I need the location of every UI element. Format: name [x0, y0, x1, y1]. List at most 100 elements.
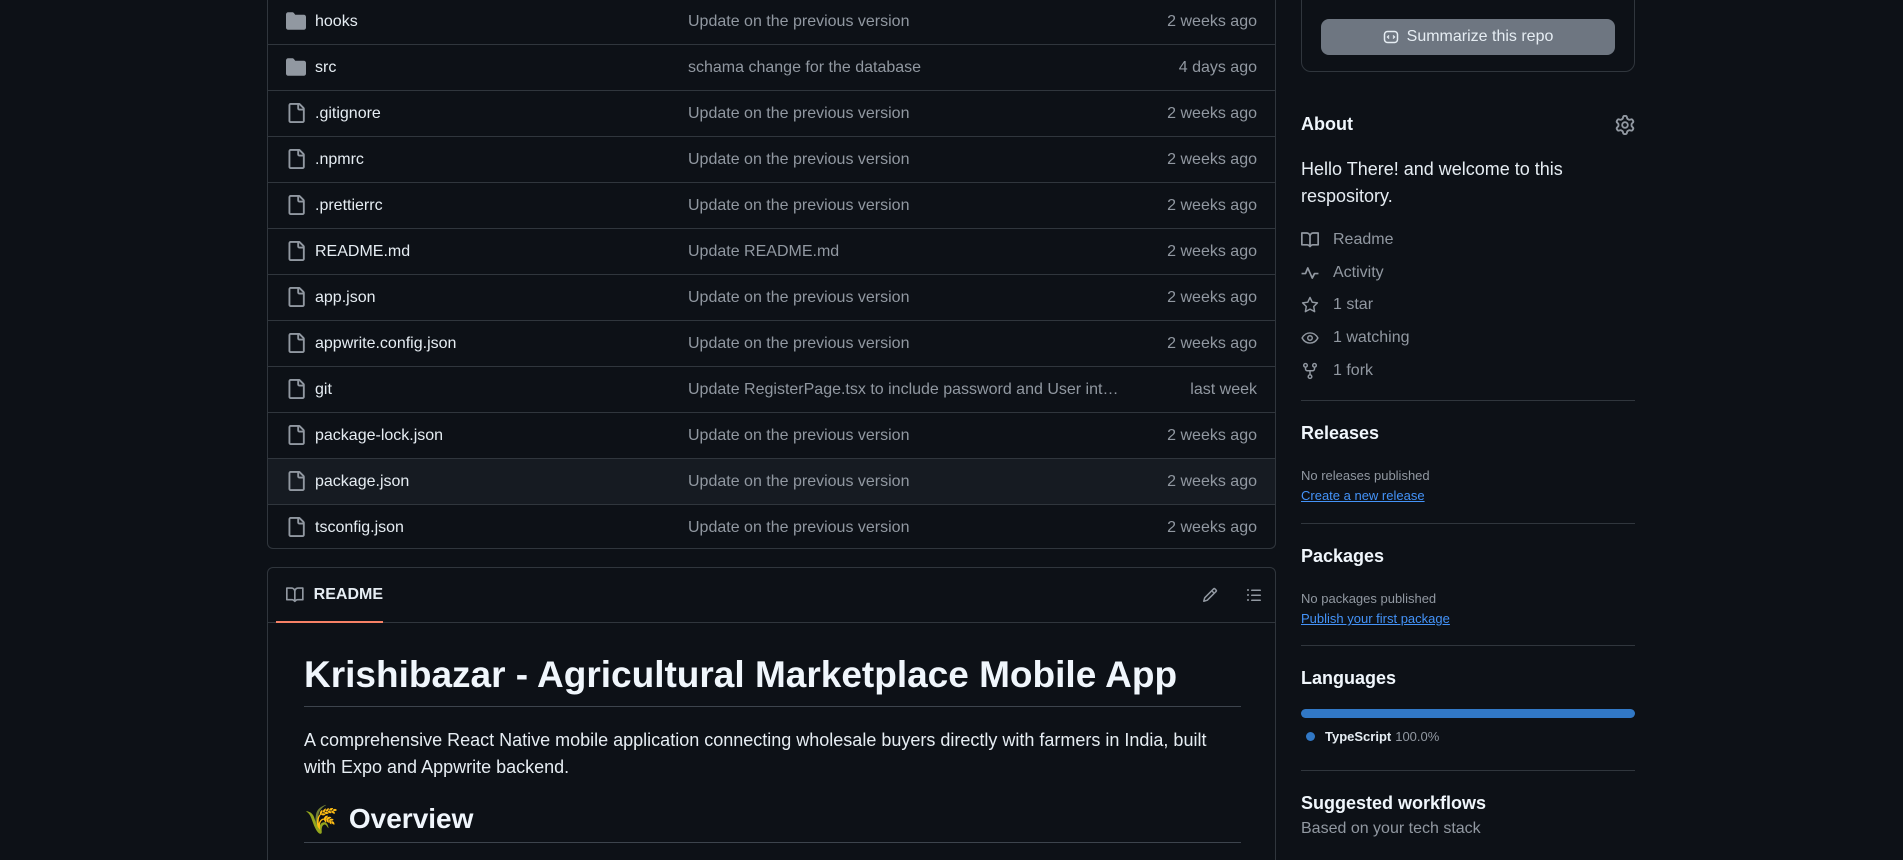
- commit-age: 2 weeks ago: [1167, 12, 1257, 30]
- forks-label: 1 fork: [1333, 362, 1374, 379]
- file-row[interactable]: README.md Update README.md 2 weeks ago: [268, 229, 1275, 275]
- folder-icon: [286, 11, 306, 31]
- activity-link[interactable]: Activity: [1301, 264, 1384, 282]
- commit-age: 2 weeks ago: [1167, 150, 1257, 168]
- readme-header: README: [268, 568, 1275, 623]
- about-title: About: [1301, 114, 1353, 134]
- language-item-typescript[interactable]: TypeScript 100.0%: [1306, 729, 1439, 744]
- stars-link[interactable]: 1 star: [1301, 296, 1373, 314]
- book-icon: [286, 586, 304, 602]
- file-row[interactable]: package-lock.json Update on the previous …: [268, 413, 1275, 459]
- list-icon: [1247, 589, 1261, 601]
- commit-message-link[interactable]: Update on the previous version: [688, 151, 909, 169]
- commit-age: 2 weeks ago: [1167, 288, 1257, 306]
- file-row[interactable]: package.json Update on the previous versi…: [268, 459, 1275, 505]
- file-name-link[interactable]: README.md: [315, 243, 410, 261]
- commit-age: 2 weeks ago: [1167, 242, 1257, 260]
- readme-link[interactable]: Readme: [1301, 231, 1393, 249]
- commit-age: 2 weeks ago: [1167, 472, 1257, 490]
- readme-link-label: Readme: [1333, 231, 1394, 248]
- publish-package-link[interactable]: Publish your first package: [1301, 611, 1450, 626]
- commit-age: 2 weeks ago: [1167, 519, 1257, 536]
- file-icon: [286, 241, 306, 261]
- file-row[interactable]: git Update RegisterPage.tsx to include pa…: [268, 367, 1275, 413]
- commit-age: 2 weeks ago: [1167, 196, 1257, 214]
- divider: [1301, 645, 1635, 646]
- create-release-link[interactable]: Create a new release: [1301, 488, 1425, 503]
- file-row[interactable]: .npmrc Update on the previous version 2 we…: [268, 137, 1275, 183]
- commit-message-link[interactable]: Update README.md: [688, 243, 839, 261]
- divider: [1301, 770, 1635, 771]
- file-icon: [286, 195, 306, 215]
- readme-content: Krishibazar - Agricultural Marketplace M…: [304, 623, 1241, 843]
- file-row[interactable]: tsconfig.json Update on the previous vers…: [268, 505, 1275, 548]
- commit-message-link[interactable]: schama change for the database: [688, 59, 921, 77]
- book-icon: [1301, 232, 1319, 248]
- file-name-link[interactable]: package-lock.json: [315, 427, 443, 445]
- file-name-link[interactable]: tsconfig.json: [315, 519, 404, 537]
- commit-message-link[interactable]: Update on the previous version: [688, 473, 909, 491]
- commit-age: 4 days ago: [1178, 58, 1257, 76]
- forks-link[interactable]: 1 fork: [1301, 362, 1373, 380]
- commit-age: last week: [1190, 380, 1257, 398]
- commit-message-link[interactable]: Update on the previous version: [688, 289, 909, 307]
- file-row[interactable]: .prettierrc Update on the previous versio…: [268, 183, 1275, 229]
- file-row[interactable]: .gitignore Update on the previous version…: [268, 91, 1275, 137]
- releases-empty-text: No releases published: [1301, 468, 1430, 483]
- commit-age: 2 weeks ago: [1167, 104, 1257, 122]
- workflows-subtitle: Based on your tech stack: [1301, 820, 1481, 837]
- commit-message-link[interactable]: Update on the previous version: [688, 427, 909, 445]
- fork-icon: [1302, 362, 1318, 380]
- outline-button[interactable]: [1243, 584, 1265, 606]
- workflows-title: Suggested workflows: [1301, 793, 1487, 813]
- file-icon: [286, 287, 306, 307]
- readme-tab[interactable]: README: [276, 568, 383, 623]
- file-name-link[interactable]: app.json: [315, 289, 376, 307]
- watchers-link[interactable]: 1 watching: [1301, 329, 1410, 347]
- file-row[interactable]: app.json Update on the previous version 2 …: [268, 275, 1275, 321]
- gear-icon[interactable]: [1615, 115, 1635, 135]
- file-name-link[interactable]: .npmrc: [315, 151, 364, 169]
- file-row[interactable]: appwrite.config.json Update on the previo…: [268, 321, 1275, 367]
- file-icon: [286, 425, 306, 445]
- file-list: hooks Update on the previous version 2 wee…: [267, 0, 1276, 549]
- file-name-link[interactable]: .gitignore: [315, 105, 381, 123]
- star-icon: [1301, 296, 1319, 313]
- file-name-link[interactable]: .prettierrc: [315, 197, 383, 215]
- watching-label: 1 watching: [1333, 329, 1410, 346]
- file-name-link[interactable]: package.json: [315, 473, 409, 491]
- commit-message-link[interactable]: Update on the previous version: [688, 519, 909, 537]
- language-percent: 100.0%: [1395, 729, 1440, 744]
- releases-title[interactable]: Releases: [1301, 423, 1379, 444]
- edit-readme-button[interactable]: [1199, 584, 1221, 606]
- overview-heading-text: Overview: [348, 803, 474, 835]
- packages-empty-text: No packages published: [1301, 591, 1437, 606]
- readme-title: Krishibazar - Agricultural Marketplace M…: [304, 654, 1241, 707]
- file-row[interactable]: src schama change for the database 4 days …: [268, 45, 1275, 91]
- file-name-link[interactable]: git: [315, 381, 332, 399]
- commit-age: 2 weeks ago: [1167, 426, 1257, 444]
- folder-icon: [286, 57, 306, 77]
- activity-link-label: Activity: [1333, 264, 1384, 281]
- commit-message-link[interactable]: Update on the previous version: [688, 335, 909, 353]
- language-color-dot: [1306, 732, 1315, 741]
- file-row[interactable]: hooks Update on the previous version 2 wee…: [268, 0, 1275, 45]
- summarize-repo-button[interactable]: Summarize this repo: [1321, 19, 1615, 55]
- file-icon: [286, 333, 306, 353]
- readme-tab-label: README: [313, 585, 383, 603]
- file-icon: [286, 517, 306, 537]
- packages-title[interactable]: Packages: [1301, 546, 1384, 567]
- commit-message-link[interactable]: Update on the previous version: [688, 105, 909, 123]
- pulse-icon: [1301, 267, 1319, 279]
- file-name-link[interactable]: appwrite.config.json: [315, 335, 456, 353]
- file-name-link[interactable]: hooks: [315, 13, 358, 31]
- commit-message-link[interactable]: Update RegisterPage.tsx to include passw…: [688, 381, 1120, 399]
- language-bar: [1301, 709, 1635, 718]
- file-icon: [286, 471, 306, 491]
- languages-title: Languages: [1301, 668, 1397, 688]
- commit-message-link[interactable]: Update on the previous version: [688, 197, 909, 215]
- divider: [1301, 523, 1635, 524]
- commit-message-link[interactable]: Update on the previous version: [688, 13, 909, 31]
- file-name-link[interactable]: src: [315, 59, 336, 77]
- copilot-icon: [1383, 30, 1398, 44]
